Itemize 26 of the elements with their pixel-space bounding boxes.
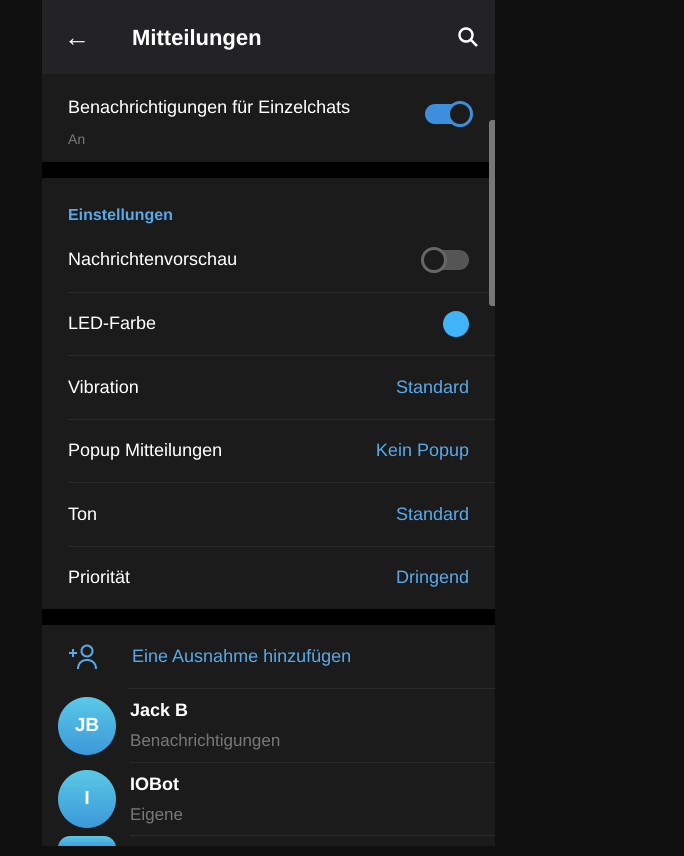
back-button[interactable]: ← (64, 24, 90, 50)
setting-label: Vibration (68, 376, 139, 399)
section-heading: Einstellungen (67, 206, 174, 226)
page-title: Mitteilungen (132, 24, 263, 52)
setting-status: An (68, 130, 86, 149)
setting-label: LED-Farbe (68, 312, 156, 336)
color-dot[interactable] (443, 310, 469, 337)
setting-label: Priorität (68, 566, 130, 590)
avatar: JB (58, 696, 116, 755)
setting-label: Nachrichtenvorschau (68, 248, 238, 272)
contact-name: Jack B (130, 699, 190, 722)
setting-label: Ton (68, 502, 98, 526)
contact-status: Eigene (130, 804, 184, 826)
setting-value[interactable]: Kein Popup (376, 437, 469, 464)
setting-label: Popup Mitteilungen (68, 439, 222, 462)
setting-label: Benachrichtigungen für Einzelchats (68, 96, 352, 119)
setting-value[interactable]: Standard (396, 500, 469, 528)
avatar: I (58, 770, 116, 828)
setting-value[interactable]: Dringend (396, 564, 469, 592)
add-exception-link[interactable]: Eine Ausnahme hinzufügen (132, 643, 352, 670)
search-icon[interactable] (457, 26, 479, 48)
add-user-icon[interactable] (68, 644, 100, 670)
avatar (58, 836, 116, 846)
contact-status: Benachrichtigungen (130, 730, 282, 752)
contact-name: IOBot (130, 772, 180, 796)
setting-value[interactable]: Standard (396, 374, 469, 401)
